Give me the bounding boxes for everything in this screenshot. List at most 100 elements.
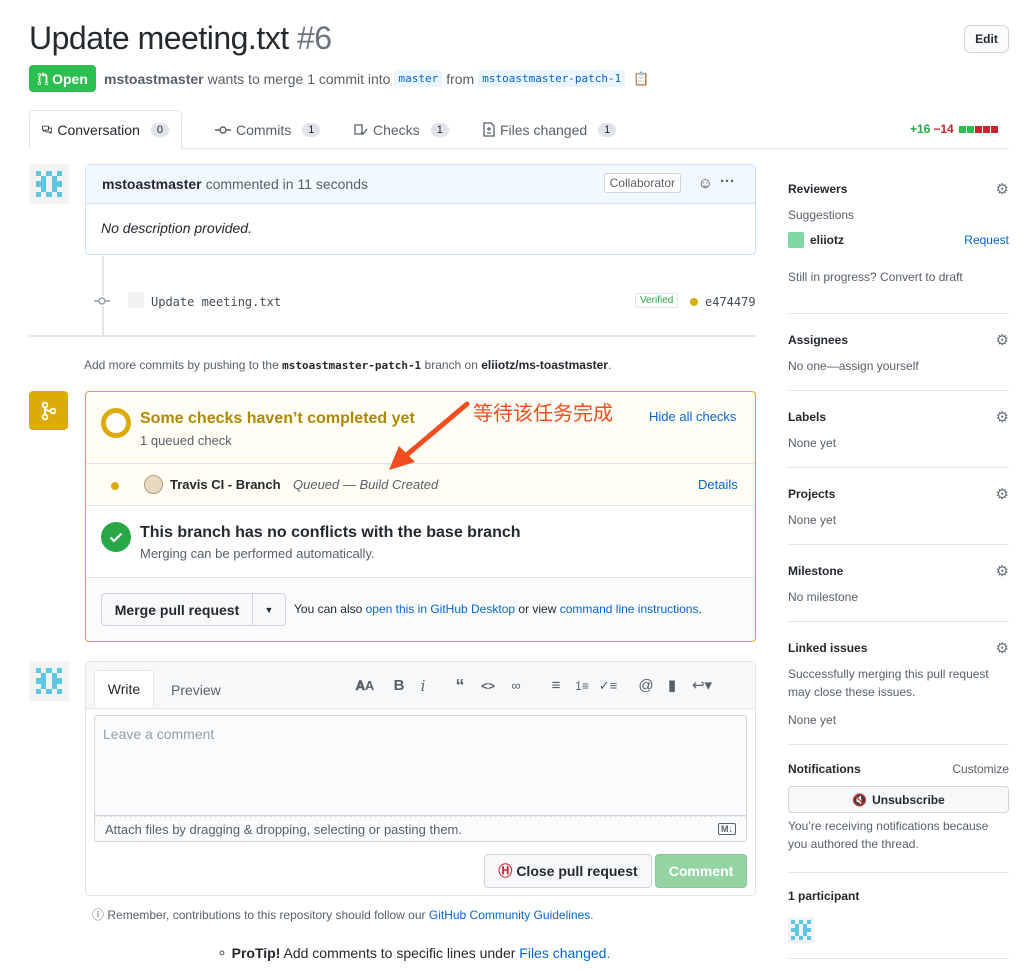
remember-text: Remember, contributions to this reposito… bbox=[107, 908, 426, 922]
head-branch[interactable]: mstoastmaster-patch-1 bbox=[478, 70, 626, 87]
gear-icon[interactable]: ⚙ bbox=[996, 562, 1009, 580]
sidebar-assignees: Assignees ⚙ No one—assign yourself bbox=[788, 331, 1009, 391]
diffstat-block bbox=[958, 125, 966, 133]
push-note-repo: eliiotz/ms-toastmaster bbox=[481, 358, 608, 372]
participant-avatar[interactable] bbox=[788, 917, 814, 943]
comment-textarea[interactable]: Leave a comment bbox=[94, 715, 747, 816]
unordered-list-icon[interactable]: ≡ bbox=[546, 676, 566, 696]
queued-dot-icon bbox=[111, 482, 119, 490]
conflict-title: This branch has no conflicts with the ba… bbox=[140, 524, 521, 541]
italic-icon[interactable]: i bbox=[414, 676, 432, 696]
tab-preview[interactable]: Preview bbox=[171, 682, 221, 698]
milestone-heading[interactable]: Milestone ⚙ bbox=[788, 562, 1009, 580]
cli-instructions-link[interactable]: command line instructions bbox=[560, 602, 699, 616]
mute-icon: 🔇 bbox=[852, 792, 868, 807]
check-details-link[interactable]: Details bbox=[698, 477, 738, 492]
info-icon: ⓘ bbox=[92, 908, 105, 922]
tab-commits[interactable]: Commits 1 bbox=[203, 110, 332, 149]
markdown-toolbar: 𝐀A B i “ <> ∞ ≡ 1≡ ✓≡ @ ▮ ↩▾ bbox=[354, 676, 716, 696]
bookmark-icon[interactable]: ▮ bbox=[662, 676, 682, 696]
gear-icon[interactable]: ⚙ bbox=[996, 331, 1009, 349]
commit-sha[interactable]: e474479 bbox=[705, 295, 756, 309]
tab-write[interactable]: Write bbox=[94, 670, 154, 708]
code-icon[interactable]: <> bbox=[478, 676, 498, 696]
sidebar-participants: 1 participant bbox=[788, 889, 1009, 959]
reviewer-avatar[interactable] bbox=[788, 232, 804, 248]
close-pull-request-button[interactable]: Ⓗ Close pull request bbox=[484, 854, 652, 888]
tab-counter: 1 bbox=[430, 122, 449, 137]
commit-message[interactable]: Update meeting.txt bbox=[151, 295, 281, 309]
sidebar-milestone: Milestone ⚙ No milestone bbox=[788, 562, 1009, 622]
status-dot[interactable] bbox=[690, 298, 698, 306]
clipboard-icon[interactable]: 📋 bbox=[633, 71, 649, 87]
pending-ring-icon bbox=[101, 408, 131, 438]
mention-icon[interactable]: @ bbox=[636, 676, 656, 696]
or-view-text: or view bbox=[518, 602, 557, 616]
verified-badge[interactable]: Verified bbox=[635, 293, 679, 308]
files-changed-link[interactable]: Files changed bbox=[519, 945, 606, 961]
smiley-icon[interactable]: ☺ bbox=[698, 175, 713, 192]
tab-label: Checks bbox=[373, 121, 420, 138]
request-review-link[interactable]: Request bbox=[964, 233, 1009, 247]
gear-icon[interactable]: ⚙ bbox=[996, 639, 1009, 657]
text-size-icon[interactable]: 𝐀A bbox=[354, 676, 376, 696]
comment-time[interactable]: commented in 11 seconds bbox=[206, 176, 368, 192]
unsubscribe-button[interactable]: 🔇 Unsubscribe bbox=[788, 786, 1009, 813]
merge-pull-request-button[interactable]: Merge pull request bbox=[101, 593, 253, 626]
tab-checks[interactable]: Checks 1 bbox=[342, 110, 461, 149]
author-link[interactable]: mstoastmaster bbox=[104, 71, 204, 87]
comment-button[interactable]: Comment bbox=[655, 854, 747, 888]
notifications-desc: You’re receiving notifications because y… bbox=[788, 819, 989, 851]
comment-header: mstoastmaster commented in 11 seconds Co… bbox=[86, 165, 755, 204]
tab-label: Files changed bbox=[500, 121, 588, 138]
tab-files-changed[interactable]: Files changed 1 bbox=[471, 110, 628, 149]
checks-subtitle: 1 queued check bbox=[140, 433, 232, 448]
gear-icon[interactable]: ⚙ bbox=[996, 408, 1009, 426]
sidebar-labels: Labels ⚙ None yet bbox=[788, 408, 1009, 468]
convert-to-draft-link[interactable]: Still in progress? Convert to draft bbox=[788, 268, 1009, 286]
link-icon[interactable]: ∞ bbox=[506, 676, 526, 696]
gear-icon[interactable]: ⚙ bbox=[996, 485, 1009, 503]
assignees-value[interactable]: No one—assign yourself bbox=[788, 357, 1009, 375]
annotation-text: 等待该任务完成 bbox=[473, 403, 613, 425]
attach-text: Attach files by dragging & dropping, sel… bbox=[105, 821, 462, 837]
markdown-icon[interactable]: M↓ bbox=[718, 823, 736, 835]
projects-heading[interactable]: Projects ⚙ bbox=[788, 485, 1009, 503]
git-commit-icon bbox=[215, 125, 231, 134]
travis-ci-icon bbox=[144, 475, 163, 494]
avatar[interactable] bbox=[29, 164, 69, 204]
assignees-heading[interactable]: Assignees ⚙ bbox=[788, 331, 1009, 349]
kebab-icon[interactable]: ··· bbox=[720, 173, 735, 190]
avatar[interactable] bbox=[29, 661, 69, 701]
linked-issues-heading[interactable]: Linked issues ⚙ bbox=[788, 639, 1009, 657]
timeline-divider bbox=[29, 335, 756, 337]
tab-conversation[interactable]: Conversation 0 bbox=[29, 110, 182, 150]
task-list-icon[interactable]: ✓≡ bbox=[598, 676, 618, 696]
conflict-status: This branch has no conflicts with the ba… bbox=[86, 506, 755, 578]
milestone-value: No milestone bbox=[788, 590, 859, 604]
quote-icon[interactable]: “ bbox=[450, 676, 470, 696]
suggestions-label: Suggestions bbox=[788, 208, 855, 222]
reviewers-heading[interactable]: Reviewers ⚙ bbox=[788, 180, 1009, 198]
projects-value: None yet bbox=[788, 513, 837, 527]
reviewer-name[interactable]: eliiotz bbox=[810, 233, 844, 247]
open-desktop-link[interactable]: open this in GitHub Desktop bbox=[366, 602, 515, 616]
ordered-list-icon[interactable]: 1≡ bbox=[572, 676, 592, 696]
edit-button[interactable]: Edit bbox=[964, 25, 1009, 53]
comment-author[interactable]: mstoastmaster bbox=[102, 176, 202, 192]
merge-text: wants to merge 1 commit into bbox=[207, 70, 391, 87]
pr-meta: mstoastmaster wants to merge 1 commit in… bbox=[104, 70, 649, 87]
hide-checks-link[interactable]: Hide all checks bbox=[649, 409, 736, 424]
base-branch[interactable]: master bbox=[394, 70, 443, 87]
labels-heading[interactable]: Labels ⚙ bbox=[788, 408, 1009, 426]
merge-method-dropdown[interactable]: ▼ bbox=[252, 593, 286, 626]
attach-files-bar[interactable]: Attach files by dragging & dropping, sel… bbox=[94, 816, 747, 842]
reply-icon[interactable]: ↩▾ bbox=[688, 676, 716, 696]
commit-avatar[interactable] bbox=[128, 292, 144, 308]
bold-icon[interactable]: B bbox=[390, 676, 408, 696]
customize-link[interactable]: Customize bbox=[952, 762, 1009, 776]
gear-icon[interactable]: ⚙ bbox=[996, 180, 1009, 198]
guidelines-link[interactable]: GitHub Community Guidelines bbox=[429, 908, 590, 922]
tab-label: Conversation bbox=[57, 122, 140, 138]
tab-label: Commits bbox=[236, 121, 292, 138]
